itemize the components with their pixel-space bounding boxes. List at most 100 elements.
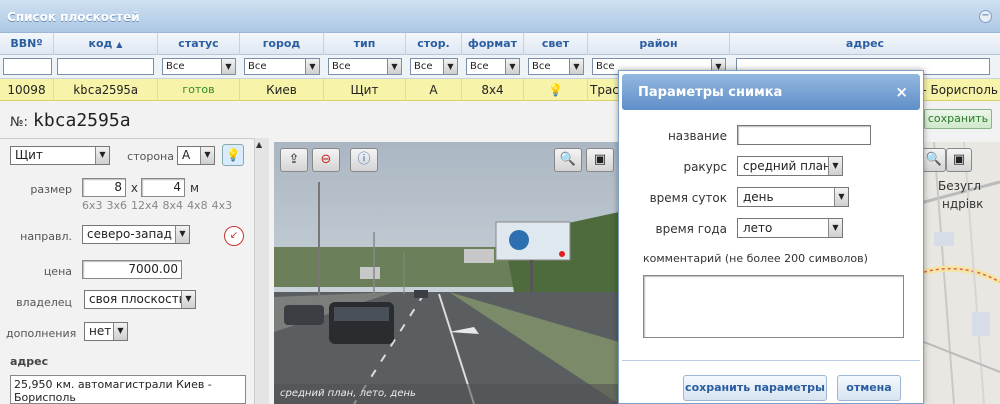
extras-select[interactable]: нет ▼ <box>84 322 128 341</box>
scroll-up-icon[interactable]: ▲ <box>256 140 262 149</box>
side-select-value: А <box>182 148 191 162</box>
chevron-down-icon: ▼ <box>95 147 109 164</box>
sort-asc-icon: ▲ <box>116 40 123 49</box>
column-header-address[interactable]: адрес <box>730 33 1000 55</box>
filter-code-input[interactable] <box>57 58 154 75</box>
angle-label: ракурс <box>683 160 727 174</box>
name-label: название <box>667 129 727 143</box>
size-preset[interactable]: 3x6 <box>107 199 128 212</box>
size-preset[interactable]: 12x4 <box>131 199 159 212</box>
chevron-down-icon: ▼ <box>828 219 842 237</box>
column-header-code-label: код <box>88 37 113 50</box>
chevron-down-icon: ▼ <box>200 147 214 164</box>
size-unit-label: м <box>190 181 200 195</box>
chevron-down-icon: ▼ <box>387 59 401 74</box>
extras-select-value: нет <box>89 324 112 338</box>
season-select[interactable]: лето ▼ <box>737 218 843 238</box>
chevron-down-icon: ▼ <box>828 157 842 175</box>
collapse-icon[interactable]: − <box>979 10 992 23</box>
billboard-photo: ⇪ ⊖ ⓘ 🔍 ▣ средний план, лето, день <box>274 142 619 404</box>
chevron-down-icon: ▼ <box>181 291 195 308</box>
filter-district-value: Все <box>596 61 615 72</box>
gallery-map-icon[interactable]: ▣ <box>946 148 972 172</box>
upload-photo-icon[interactable]: ⇪ <box>280 148 308 172</box>
form-scrollbar[interactable]: ▲ <box>254 138 269 404</box>
direction-label: направл. <box>20 230 72 243</box>
owner-select[interactable]: своя плоскость ▼ <box>84 290 196 309</box>
season-select-value: лето <box>743 221 773 235</box>
chevron-down-icon: ▼ <box>505 59 519 74</box>
daytime-label: время суток <box>649 191 727 205</box>
price-label: цена <box>43 265 72 278</box>
filter-format-value: Все <box>470 61 489 72</box>
column-header-format[interactable]: формат <box>462 33 524 55</box>
filter-side-select[interactable]: Все ▼ <box>410 58 458 75</box>
size-presets: 6x3 3x6 12x4 8x4 4x8 4x3 <box>82 199 236 212</box>
location-map[interactable]: Безугл ндрівк 🔍 ▣ <box>924 142 1000 404</box>
cell-light: 💡 <box>524 79 588 101</box>
zoom-map-icon[interactable]: 🔍 <box>924 148 946 172</box>
gallery-icon[interactable]: ▣ <box>586 148 614 172</box>
size-preset[interactable]: 4x3 <box>212 199 233 212</box>
owner-select-value: своя плоскость <box>89 292 186 306</box>
dialog-title: Параметры снимка <box>638 85 783 100</box>
filter-city-select[interactable]: Все ▼ <box>244 58 320 75</box>
size-x-label: x <box>130 181 138 195</box>
cell-status: готов <box>158 79 240 101</box>
price-input[interactable]: 7000.00 <box>82 260 182 279</box>
size-width-input[interactable]: 8 <box>82 178 126 197</box>
column-header-code[interactable]: код ▲ <box>54 33 158 55</box>
chevron-down-icon: ▼ <box>221 59 235 74</box>
name-input[interactable] <box>737 125 871 145</box>
chevron-down-icon: ▼ <box>834 188 848 206</box>
angle-select[interactable]: средний план ▼ <box>737 156 843 176</box>
filter-type-select[interactable]: Все ▼ <box>328 58 402 75</box>
road-scene-image <box>274 142 619 404</box>
cancel-button[interactable]: отмена <box>837 375 901 401</box>
filter-bbn-input[interactable] <box>3 58 52 75</box>
angle-select-value: средний план <box>743 159 831 173</box>
column-header-city[interactable]: город <box>240 33 324 55</box>
light-toggle-icon[interactable]: 💡 <box>222 144 244 166</box>
comment-label: комментарий (не более 200 символов) <box>643 252 868 265</box>
type-select[interactable]: Щит ▼ <box>10 146 110 165</box>
chevron-down-icon: ▼ <box>113 323 127 340</box>
direction-select[interactable]: северо-запад ▼ <box>82 225 190 244</box>
lightbulb-icon: 💡 <box>548 83 563 97</box>
zoom-icon[interactable]: 🔍 <box>554 148 582 172</box>
save-button[interactable]: сохранить <box>924 109 992 129</box>
address-label: адрес <box>10 355 49 368</box>
window-title: Список плоскостей <box>7 10 140 24</box>
filter-city-value: Все <box>248 61 267 72</box>
size-height-input[interactable]: 4 <box>141 178 185 197</box>
filter-status-select[interactable]: Все ▼ <box>162 58 236 75</box>
cell-code: kbca2595a <box>54 79 158 101</box>
filter-format-select[interactable]: Все ▼ <box>466 58 520 75</box>
address-textarea[interactable]: 25,950 км. автомагистрали Киев - Бориспо… <box>10 375 246 404</box>
close-icon[interactable]: × <box>895 83 908 101</box>
cell-type: Щит <box>324 79 406 101</box>
number-label: №: <box>10 115 28 130</box>
column-header-status[interactable]: статус <box>158 33 240 55</box>
map-label: ндрівк <box>942 197 984 211</box>
extras-label: дополнения <box>6 327 77 340</box>
delete-photo-icon[interactable]: ⊖ <box>312 148 340 172</box>
column-header-light[interactable]: свет <box>524 33 588 55</box>
filter-light-select[interactable]: Все ▼ <box>528 58 584 75</box>
save-params-button[interactable]: сохранить параметры <box>683 375 827 401</box>
column-header-side[interactable]: стор. <box>406 33 462 55</box>
column-header-bbn[interactable]: BBNº <box>0 33 54 55</box>
dialog-divider <box>622 360 920 361</box>
size-preset[interactable]: 6x3 <box>82 199 103 212</box>
side-select[interactable]: А ▼ <box>177 146 215 165</box>
column-header-district[interactable]: район <box>588 33 730 55</box>
comment-textarea[interactable] <box>643 275 904 338</box>
column-header-type[interactable]: тип <box>324 33 406 55</box>
size-preset[interactable]: 4x8 <box>187 199 208 212</box>
type-select-value: Щит <box>15 148 43 162</box>
info-icon[interactable]: ⓘ <box>350 148 378 172</box>
compass-icon[interactable]: ↙ <box>224 226 244 246</box>
daytime-select[interactable]: день ▼ <box>737 187 849 207</box>
size-preset[interactable]: 8x4 <box>163 199 184 212</box>
filter-light-value: Все <box>532 61 551 72</box>
